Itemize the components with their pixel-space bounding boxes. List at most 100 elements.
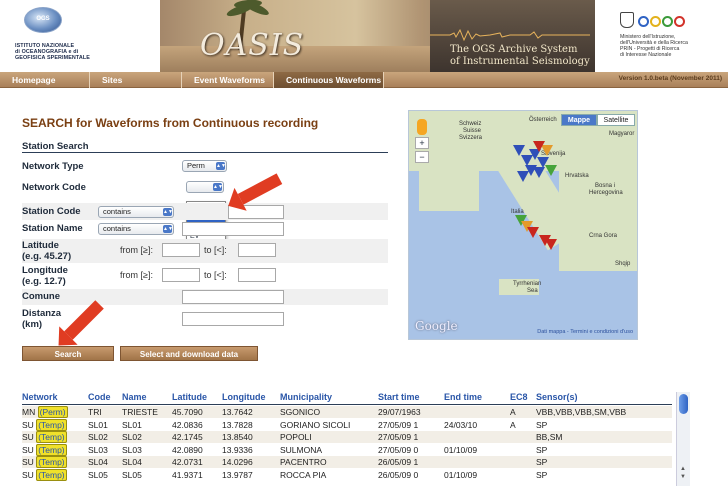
map-label: Shqip xyxy=(615,261,631,267)
network-type-tag: (Temp) xyxy=(36,469,67,481)
section-title: Station Search xyxy=(22,141,89,152)
scrollbar-thumb[interactable] xyxy=(679,394,688,414)
cell-municipality: ROCCA PIA xyxy=(280,470,327,480)
cell-longitude: 13.9336 xyxy=(222,444,253,455)
station-name-label: Station Name xyxy=(22,223,83,234)
scroll-up-icon[interactable]: ▲ xyxy=(680,466,686,472)
network-type-value: Perm xyxy=(187,161,205,170)
nav-homepage[interactable]: Homepage xyxy=(0,72,90,88)
ogs-logo[interactable]: OGS ISTITUTO NAZIONALE di OCEANOGRAFIA e… xyxy=(6,5,154,67)
station-code-operator-select[interactable]: contains ▲▼ xyxy=(98,206,174,218)
col-ec8[interactable]: EC8 xyxy=(510,392,528,402)
cell-name: TRIESTE xyxy=(122,407,158,417)
nav-event-waveforms[interactable]: Event Waveforms xyxy=(182,72,274,88)
ministry-line: di Interesse Nazionale xyxy=(620,52,672,58)
network-code: SU xyxy=(22,457,34,468)
cell-start-time: 26/05/09 1 xyxy=(378,457,419,468)
latitude-label-line: Latitude xyxy=(22,240,59,251)
oasis-banner: OASIS The OGS Archive System of Instrume… xyxy=(160,0,595,72)
network-type-tag: (Temp) xyxy=(36,418,67,431)
longitude-to-input[interactable] xyxy=(238,268,276,282)
col-municipality[interactable]: Municipality xyxy=(280,392,332,402)
ministry-text: Ministero dell'Istruzione, dell'Universi… xyxy=(620,34,688,58)
network-type-row: Network Type Perm ▲▼ xyxy=(22,160,388,174)
longitude-from-input[interactable] xyxy=(162,268,200,282)
version-label: Version 1.0.beta (November 2011) xyxy=(618,75,722,82)
select-download-button[interactable]: Select and download data xyxy=(120,346,258,361)
cell-sensors: SP xyxy=(536,470,548,480)
cell-start-time: 27/05/09 0 xyxy=(378,444,419,455)
network-type-tag: (Temp) xyxy=(36,456,67,469)
station-marker-icon[interactable] xyxy=(533,167,545,178)
cell-network: SU (Temp) xyxy=(22,456,67,469)
cell-latitude: 42.1745 xyxy=(172,432,203,443)
longitude-row: Longitude (e.g. 12.7) from [≥]: to [<]: xyxy=(22,265,388,287)
map-tab-map[interactable]: Mappe xyxy=(561,114,597,126)
cell-network: SU (Temp) xyxy=(22,418,67,431)
map-zoom-control: + − xyxy=(415,137,431,197)
stations-map[interactable]: Schweiz Suisse Svizzera Österreich Magya… xyxy=(408,110,638,340)
col-end-time[interactable]: End time xyxy=(444,392,482,402)
cell-name: SL04 xyxy=(122,457,142,468)
map-label: Schweiz xyxy=(459,121,482,127)
table-row[interactable]: MN (Perm) TRI TRIESTE 45.7090 13.7642 SGONICO… xyxy=(22,406,672,418)
network-code: SU xyxy=(22,444,34,455)
col-longitude[interactable]: Longitude xyxy=(222,392,266,402)
cell-municipality: SGONICO xyxy=(280,407,321,417)
cell-name: SL01 xyxy=(122,419,142,430)
distanza-input[interactable] xyxy=(182,312,284,326)
col-code[interactable]: Code xyxy=(88,392,111,402)
cell-name: SL02 xyxy=(122,432,142,443)
network-type-tag: (Perm) xyxy=(37,406,68,418)
station-code-operator-value: contains xyxy=(103,207,131,216)
map-label: Crna Gora xyxy=(589,233,618,239)
cell-sensors: SP xyxy=(536,444,548,455)
table-row[interactable]: SU (Temp) SL05 SL05 41.9371 13.9787 ROCCA PIA… xyxy=(22,469,672,481)
table-row[interactable]: SU (Temp) SL01 SL01 42.0836 13.7828 GORIANO S… xyxy=(22,418,672,431)
cell-latitude: 42.0836 xyxy=(172,419,203,430)
cell-start-time: 29/07/1963 xyxy=(378,407,421,417)
col-sensors[interactable]: Sensor(s) xyxy=(536,392,578,402)
map-terms-link[interactable]: Dati mappa - Termini e condizioni d'uso xyxy=(537,329,633,335)
table-row[interactable]: SU (Temp) SL03 SL03 42.0890 13.9336 SULMONA 27… xyxy=(22,443,672,456)
station-marker-icon[interactable] xyxy=(527,227,539,238)
nav-sites[interactable]: Sites xyxy=(90,72,182,88)
zoom-out-button[interactable]: − xyxy=(415,151,429,163)
latitude-from-input[interactable] xyxy=(162,243,200,257)
table-scrollbar[interactable]: ▲ ▼ xyxy=(676,392,690,486)
station-code-row: Station Code contains ▲▼ xyxy=(22,205,388,220)
col-latitude[interactable]: Latitude xyxy=(172,392,207,402)
station-marker-icon[interactable] xyxy=(517,171,529,182)
network-code-select[interactable]: ▲▼ xyxy=(186,181,224,193)
table-row[interactable]: SU (Temp) SL02 SL02 42.1745 13.8540 POPOLI 27/… xyxy=(22,431,672,444)
station-name-operator-select[interactable]: contains ▲▼ xyxy=(98,223,174,235)
station-marker-icon[interactable] xyxy=(533,141,545,152)
distanza-unit: (km) xyxy=(22,319,43,330)
network-code-row: Network Code ▲▼ xyxy=(22,181,388,195)
comune-row: Comune xyxy=(22,290,388,305)
map-tab-satellite[interactable]: Satellite xyxy=(597,114,635,126)
institute-line: GEOFISICA SPERIMENTALE xyxy=(15,55,90,61)
latitude-to-input[interactable] xyxy=(238,243,276,257)
circle-icon xyxy=(650,16,661,27)
nav-continuous-waveforms[interactable]: Continuous Waveforms xyxy=(274,72,384,88)
cell-code: TRI xyxy=(88,407,102,417)
pegman-icon[interactable] xyxy=(417,119,427,135)
col-network[interactable]: Network xyxy=(22,392,58,402)
station-marker-icon[interactable] xyxy=(545,165,557,176)
station-name-input[interactable] xyxy=(182,222,284,236)
ministry-logo[interactable]: Ministero dell'Istruzione, dell'Universi… xyxy=(600,4,726,68)
map-label: Magyaror xyxy=(609,131,635,137)
map-label: Hrvatska xyxy=(565,173,589,179)
col-start-time[interactable]: Start time xyxy=(378,392,420,402)
map-label: Hercegovina xyxy=(589,190,623,196)
network-type-select[interactable]: Perm ▲▼ xyxy=(182,160,227,172)
table-row[interactable]: SU (Temp) SL04 SL04 42.0731 14.0296 PACENTRO 2… xyxy=(22,456,672,469)
station-marker-icon[interactable] xyxy=(545,239,557,250)
scroll-down-icon[interactable]: ▼ xyxy=(680,474,686,480)
cell-end-time: 01/10/09 xyxy=(444,470,478,480)
zoom-in-button[interactable]: + xyxy=(415,137,429,149)
cell-end-time: 01/10/09 xyxy=(444,444,478,455)
comune-input[interactable] xyxy=(182,290,284,304)
col-name[interactable]: Name xyxy=(122,392,147,402)
